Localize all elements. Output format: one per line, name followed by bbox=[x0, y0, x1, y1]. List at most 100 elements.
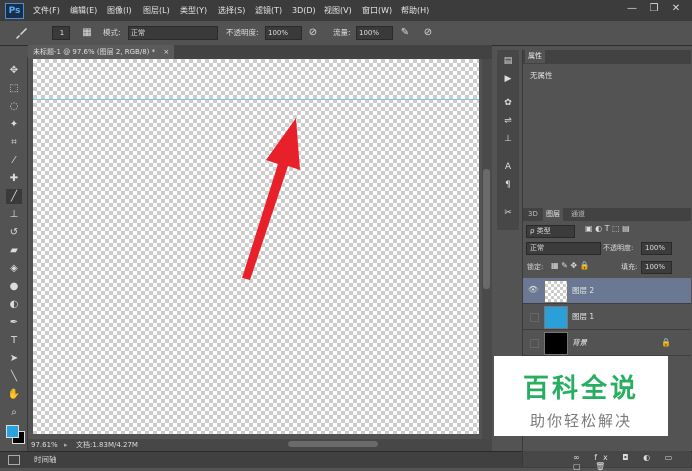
move-tool-icon[interactable]: ✥ bbox=[6, 63, 22, 78]
clone-stamp-tool-icon[interactable]: ⊥ bbox=[6, 207, 22, 222]
minimize-button[interactable]: — bbox=[624, 2, 640, 16]
close-tab-icon[interactable]: × bbox=[163, 48, 169, 56]
menu-file[interactable]: 文件(F) bbox=[33, 0, 60, 21]
tab-properties[interactable]: 属性 bbox=[525, 50, 545, 63]
status-bar: 97.61% ▸ 文档:1.83M/4.27M bbox=[28, 439, 492, 451]
eraser-tool-icon[interactable]: ▰ bbox=[6, 243, 22, 258]
watermark: 百科全说 助你轻松解决 bbox=[494, 356, 668, 436]
flow-label: 流量: bbox=[333, 28, 351, 37]
hand-tool-icon[interactable]: ✋ bbox=[6, 387, 22, 402]
clone-source-icon[interactable]: ⊥ bbox=[502, 132, 514, 146]
blur-tool-icon[interactable]: ● bbox=[6, 279, 22, 294]
brush-panel-icon[interactable]: ▦ bbox=[80, 26, 94, 40]
vertical-scrollbar[interactable] bbox=[482, 59, 492, 439]
paint-bucket-tool-icon[interactable]: ◈ bbox=[6, 261, 22, 276]
menu-image[interactable]: 图像(I) bbox=[107, 0, 132, 21]
visibility-toggle[interactable] bbox=[530, 339, 539, 348]
character-panel-icon[interactable]: A bbox=[502, 160, 514, 174]
magic-wand-tool-icon[interactable]: ✦ bbox=[6, 117, 22, 132]
fill-field[interactable]: 100% bbox=[641, 261, 672, 274]
layer-filter-icons[interactable]: ▣ ◐ T ⬚ ▤ bbox=[585, 224, 630, 233]
menu-edit[interactable]: 编辑(E) bbox=[70, 0, 97, 21]
menu-window[interactable]: 窗口(W) bbox=[362, 0, 392, 21]
path-selection-tool-icon[interactable]: ➤ bbox=[6, 351, 22, 366]
lock-icons[interactable]: ▦ ✎ ✥ 🔒 bbox=[551, 261, 590, 270]
zoom-tool-icon[interactable]: ⌕ bbox=[6, 405, 22, 420]
layer-name: 背景 bbox=[572, 338, 587, 347]
layer-action-icons[interactable]: ∞ fx ◘ ◐ ▭ ▢ 🗑 bbox=[573, 453, 691, 471]
zoom-level[interactable]: 97.61% bbox=[31, 439, 58, 451]
watermark-subtitle: 助你轻松解决 bbox=[529, 412, 632, 430]
layer-opacity-label: 不透明度: bbox=[603, 244, 634, 252]
options-bar: 1 ▦ 模式: 正常 不透明度: 100% ⊘ 流量: 100% ✎ ⊘ bbox=[0, 21, 692, 46]
blend-mode-select[interactable]: 正常 bbox=[526, 242, 601, 255]
layer-row-1[interactable]: 图层 1 bbox=[523, 304, 691, 330]
menu-3d[interactable]: 3D(D) bbox=[292, 0, 316, 21]
menu-select[interactable]: 选择(S) bbox=[218, 0, 245, 21]
panel-dock: ▤ ▶ ✿ ⇌ ⊥ A ¶ ✂ bbox=[497, 50, 519, 230]
document-tab[interactable]: 未标题-1 @ 97.6% (图层 2, RGB/8) * × bbox=[28, 45, 175, 59]
tab-layers[interactable]: 图层 bbox=[543, 208, 563, 221]
visibility-toggle[interactable] bbox=[530, 313, 539, 322]
dodge-tool-icon[interactable]: ◐ bbox=[6, 297, 22, 312]
pressure-size-icon[interactable]: ⊘ bbox=[421, 26, 435, 40]
horizontal-scroll-thumb[interactable] bbox=[288, 441, 378, 447]
vertical-scroll-thumb[interactable] bbox=[483, 169, 490, 289]
brush-preset-icon[interactable]: ✿ bbox=[502, 96, 514, 110]
pressure-opacity-icon[interactable]: ⊘ bbox=[306, 26, 320, 40]
properties-tab-bar: 属性 bbox=[523, 50, 691, 64]
menu-type[interactable]: 类型(Y) bbox=[180, 0, 207, 21]
brush-size-field[interactable]: 1 bbox=[52, 26, 70, 40]
properties-panel: 属性 无属性 bbox=[522, 50, 691, 208]
marquee-tool-icon[interactable]: ⬚ bbox=[6, 81, 22, 96]
brush-tool-icon[interactable] bbox=[14, 26, 28, 40]
lasso-tool-icon[interactable]: ◌ bbox=[6, 99, 22, 114]
layer-row-background[interactable]: 背景 🔒 bbox=[523, 330, 691, 356]
menu-layer[interactable]: 图层(L) bbox=[143, 0, 170, 21]
layer-filter-select[interactable]: ρ 类型 bbox=[526, 225, 575, 238]
tab-channels[interactable]: 通道 bbox=[568, 208, 588, 221]
timeline-tab[interactable]: 时间轴 bbox=[34, 454, 57, 465]
foreground-color-swatch[interactable] bbox=[6, 425, 19, 438]
mode-select[interactable]: 正常 bbox=[128, 26, 218, 40]
paragraph-panel-icon[interactable]: ¶ bbox=[502, 178, 514, 192]
tool-presets-icon[interactable]: ✂ bbox=[502, 206, 514, 220]
history-brush-tool-icon[interactable]: ↺ bbox=[6, 225, 22, 240]
crop-tool-icon[interactable]: ⌗ bbox=[6, 135, 22, 150]
tools-panel: ✥ ⬚ ◌ ✦ ⌗ ⁄ ✚ ╱ ⊥ ↺ ▰ ◈ ● ◐ ✒ T ➤ ╲ ✋ ⌕ bbox=[0, 57, 28, 467]
timeline-icon[interactable] bbox=[8, 455, 20, 465]
red-arrow-annotation bbox=[242, 118, 300, 280]
line-tool-icon[interactable]: ╲ bbox=[6, 369, 22, 384]
menu-help[interactable]: 帮助(H) bbox=[401, 0, 429, 21]
tab-3d[interactable]: 3D bbox=[525, 208, 541, 221]
eyedropper-tool-icon[interactable]: ⁄ bbox=[6, 153, 22, 168]
airbrush-icon[interactable]: ✎ bbox=[398, 26, 412, 40]
flow-field[interactable]: 100% bbox=[356, 26, 393, 40]
close-button[interactable]: ✕ bbox=[668, 2, 684, 16]
document-tab-bar: 未标题-1 @ 97.6% (图层 2, RGB/8) * × bbox=[28, 45, 492, 59]
layer-opacity-field[interactable]: 100% bbox=[641, 242, 672, 255]
layer-thumbnail bbox=[544, 332, 568, 355]
type-tool-icon[interactable]: T bbox=[6, 333, 22, 348]
photoshop-logo: Ps bbox=[5, 3, 24, 19]
document-size: 文档:1.83M/4.27M bbox=[76, 441, 138, 449]
adjustments-icon[interactable]: ⇌ bbox=[502, 114, 514, 128]
opacity-label: 不透明度: bbox=[226, 28, 259, 37]
history-panel-icon[interactable]: ▤ bbox=[502, 54, 514, 68]
layers-footer: ∞ fx ◘ ◐ ▭ ▢ 🗑 bbox=[523, 451, 691, 471]
opacity-field[interactable]: 100% bbox=[265, 26, 302, 40]
visibility-eye-icon[interactable]: 👁 bbox=[528, 285, 538, 295]
horizontal-guide[interactable] bbox=[33, 99, 479, 100]
layers-tab-bar: 3D 图层 通道 bbox=[523, 208, 691, 221]
layer-name: 图层 2 bbox=[572, 286, 595, 295]
menu-bar: Ps 文件(F) 编辑(E) 图像(I) 图层(L) 类型(Y) 选择(S) 滤… bbox=[0, 0, 692, 21]
healing-brush-tool-icon[interactable]: ✚ bbox=[6, 171, 22, 186]
actions-panel-icon[interactable]: ▶ bbox=[502, 72, 514, 86]
menu-view[interactable]: 视图(V) bbox=[324, 0, 352, 21]
brush-tool-icon[interactable]: ╱ bbox=[6, 189, 22, 204]
restore-button[interactable]: ❐ bbox=[646, 2, 662, 16]
menu-filter[interactable]: 滤镜(T) bbox=[255, 0, 282, 21]
pen-tool-icon[interactable]: ✒ bbox=[6, 315, 22, 330]
status-menu-icon[interactable]: ▸ bbox=[64, 439, 68, 451]
layer-row-2[interactable]: 👁 图层 2 bbox=[523, 278, 691, 304]
